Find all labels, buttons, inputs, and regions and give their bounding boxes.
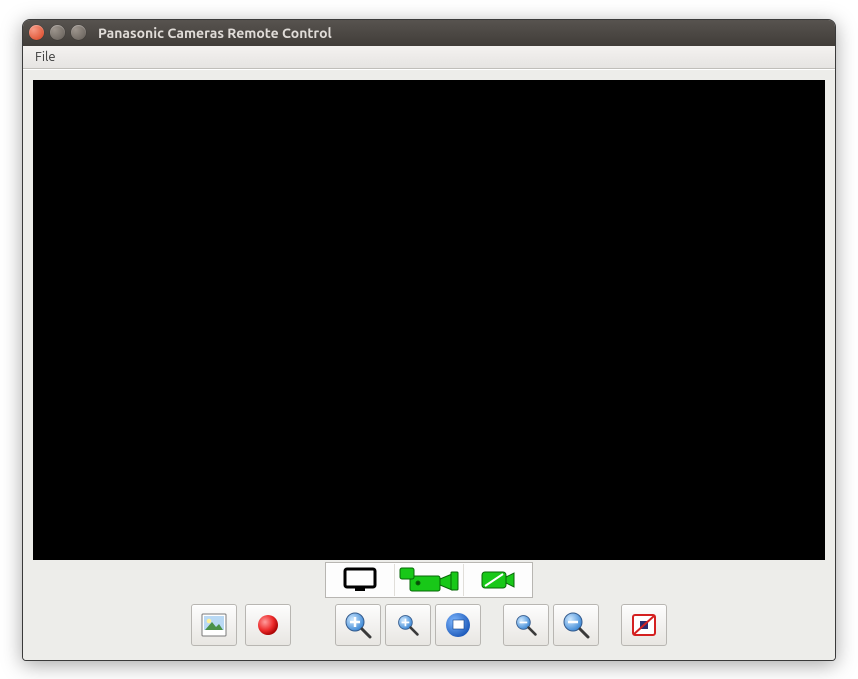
mode-camera-off[interactable] (463, 564, 532, 596)
zoom-in-large-icon (344, 611, 372, 639)
zoom-in-icon (396, 613, 420, 637)
record-button[interactable] (245, 604, 291, 646)
mode-selector-row (33, 562, 825, 598)
video-viewport (33, 80, 825, 560)
titlebar: Panasonic Cameras Remote Control (23, 20, 835, 46)
app-window: Panasonic Cameras Remote Control File (22, 19, 836, 661)
zoom-in-fast-button[interactable] (335, 604, 381, 646)
zoom-out-button[interactable] (503, 604, 549, 646)
menubar: File (23, 46, 835, 69)
zoom-out-large-icon (562, 611, 590, 639)
zoom-reset-button[interactable] (435, 604, 481, 646)
zoom-fit-icon (445, 612, 471, 638)
record-icon (256, 613, 280, 637)
monitor-icon (343, 567, 377, 593)
window-title: Panasonic Cameras Remote Control (98, 25, 332, 41)
zoom-out-icon (514, 613, 538, 637)
zoom-in-button[interactable] (385, 604, 431, 646)
toolbar (33, 604, 825, 650)
camcorder-icon (398, 566, 460, 594)
stop-recording-icon (630, 612, 658, 638)
mode-monitor[interactable] (326, 564, 394, 596)
mode-camcorder[interactable] (394, 564, 463, 596)
window-close-button[interactable] (29, 25, 44, 40)
camera-off-icon (480, 568, 516, 592)
stop-recording-button[interactable] (621, 604, 667, 646)
window-minimize-button[interactable] (50, 25, 65, 40)
mode-selector (325, 562, 533, 598)
snapshot-button[interactable] (191, 604, 237, 646)
client-area (23, 69, 835, 660)
window-maximize-button[interactable] (71, 25, 86, 40)
picture-icon (201, 613, 227, 637)
menu-file[interactable]: File (29, 48, 62, 66)
zoom-out-fast-button[interactable] (553, 604, 599, 646)
